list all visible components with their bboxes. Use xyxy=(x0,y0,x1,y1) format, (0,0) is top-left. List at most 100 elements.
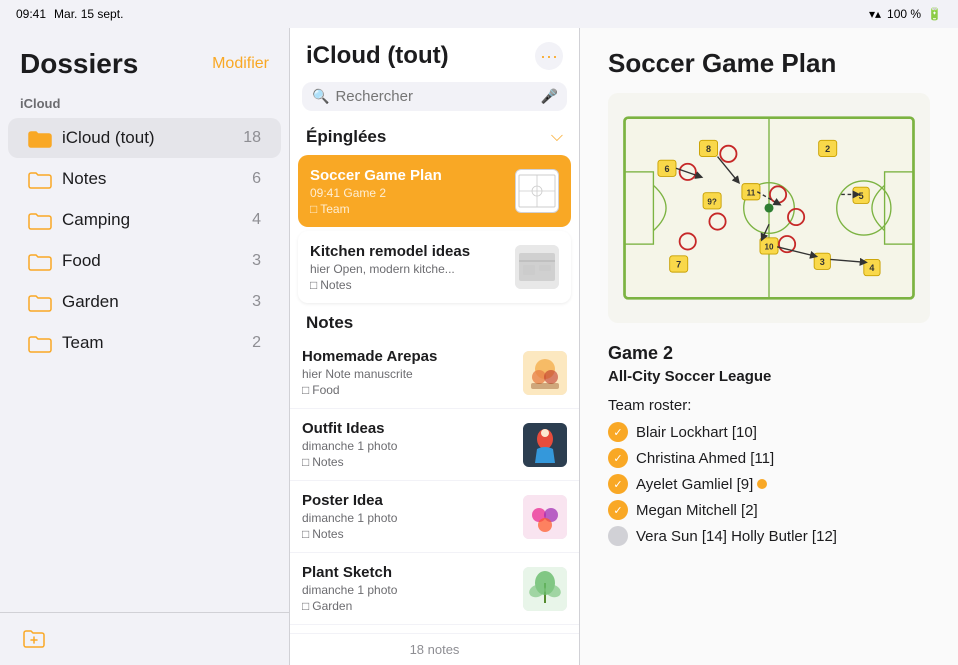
svg-text:10: 10 xyxy=(764,243,774,252)
svg-text:8: 8 xyxy=(706,144,711,154)
icloud-section-label: iCloud xyxy=(0,92,289,117)
folder-item-notes[interactable]: Notes 6 xyxy=(8,159,281,199)
status-bar: 09:41 Mar. 15 sept. ▾▴ 100 % 🔋 xyxy=(0,0,958,28)
player-name: Vera Sun [14] Holly Butler [12] xyxy=(636,528,837,545)
note-folder: □ Team xyxy=(310,202,507,216)
app-container: Dossiers Modifier iCloud iCloud (tout) 1… xyxy=(0,28,958,665)
note-poster[interactable]: Poster Idea dimanche 1 photo □ Notes xyxy=(290,481,579,553)
folder-item-team[interactable]: Team 2 xyxy=(8,323,281,363)
note-meta-poster: dimanche 1 photo xyxy=(302,511,515,525)
note-content-poster: Poster Idea dimanche 1 photo □ Notes xyxy=(302,491,515,542)
yellow-dot xyxy=(757,479,767,489)
mic-icon[interactable]: 🎤 xyxy=(540,88,557,105)
folder-item-food[interactable]: Food 3 xyxy=(8,241,281,281)
date: Mar. 15 sept. xyxy=(54,7,123,21)
folders-panel: Dossiers Modifier iCloud iCloud (tout) 1… xyxy=(0,28,290,665)
folder-name: Food xyxy=(62,251,252,271)
note-title-plant: Plant Sketch xyxy=(302,564,515,581)
chevron-down-icon[interactable]: ⌵ xyxy=(551,128,563,146)
detail-league: All-City Soccer League xyxy=(608,368,930,385)
folder-name: Team xyxy=(62,333,252,353)
svg-text:6: 6 xyxy=(664,164,669,174)
note-content-kitchen: Kitchen remodel ideas hier Open, modern … xyxy=(310,241,507,293)
note-folder-outfit: □ Notes xyxy=(302,455,515,469)
search-input[interactable] xyxy=(335,88,534,105)
folder-count: 3 xyxy=(252,293,261,311)
note-meta-kitchen: hier Open, modern kitche... xyxy=(310,262,507,276)
svg-text:3: 3 xyxy=(820,257,825,267)
folder-name: Notes xyxy=(62,169,252,189)
folder-count: 2 xyxy=(252,334,261,352)
time: 09:41 xyxy=(16,7,46,21)
svg-text:4: 4 xyxy=(869,263,874,273)
note-content: Soccer Game Plan 09:41 Game 2 □ Team xyxy=(310,165,507,217)
note-plant[interactable]: Plant Sketch dimanche 1 photo □ Garden xyxy=(290,553,579,625)
player-name: Blair Lockhart [10] xyxy=(636,424,757,441)
note-title-poster: Poster Idea xyxy=(302,492,515,509)
note-title-kitchen: Kitchen remodel ideas xyxy=(310,243,507,260)
wifi-icon: ▾▴ xyxy=(869,7,881,21)
folder-item-garden[interactable]: Garden 3 xyxy=(8,282,281,322)
folder-icon: □ xyxy=(302,599,309,613)
folder-icon: □ xyxy=(302,527,309,541)
roster-item: ✓ Blair Lockhart [10] xyxy=(608,422,930,442)
folder-icon: □ xyxy=(302,455,309,469)
folder-item-icloud-(tout)[interactable]: iCloud (tout) 18 xyxy=(8,118,281,158)
new-folder-button[interactable] xyxy=(20,625,48,653)
folder-count: 6 xyxy=(252,170,261,188)
folder-icon xyxy=(28,169,52,189)
player-name: Megan Mitchell [2] xyxy=(636,502,758,519)
note-folder-poster: □ Notes xyxy=(302,527,515,541)
note-title: Soccer Game Plan xyxy=(310,167,507,184)
detail-title: Soccer Game Plan xyxy=(608,48,930,79)
notes-count: 18 notes xyxy=(410,642,460,657)
notes-footer: 18 notes xyxy=(290,633,579,665)
modifier-button[interactable]: Modifier xyxy=(212,55,269,73)
pinned-note-soccer[interactable]: Soccer Game Plan 09:41 Game 2 □ Team xyxy=(298,155,571,227)
note-content-plant: Plant Sketch dimanche 1 photo □ Garden xyxy=(302,563,515,614)
folder-icon xyxy=(28,292,52,312)
note-folder-kitchen: □ Notes xyxy=(310,278,507,292)
pinned-note-kitchen[interactable]: Kitchen remodel ideas hier Open, modern … xyxy=(298,231,571,303)
note-thumbnail-arepas xyxy=(523,351,567,395)
player-name: Ayelet Gamliel [9] xyxy=(636,476,767,493)
roster-item: ✓ Megan Mitchell [2] xyxy=(608,500,930,520)
check-icon: ✓ xyxy=(608,448,628,468)
note-arepas[interactable]: Homemade Arepas hier Note manuscrite □ F… xyxy=(290,337,579,409)
battery-icon: 🔋 xyxy=(927,7,942,21)
soccer-field-drawing: 6 8 2 9? 11 5 10 3 4 7 xyxy=(608,93,930,323)
folder-icon xyxy=(28,210,52,230)
search-bar: 🔍 🎤 xyxy=(302,82,567,111)
folder-icon: □ xyxy=(310,278,317,292)
notes-section-title: Notes xyxy=(306,313,353,333)
folder-icon: □ xyxy=(302,383,309,397)
note-meta: 09:41 Game 2 xyxy=(310,186,507,200)
note-outfit[interactable]: Outfit Ideas dimanche 1 photo □ Notes xyxy=(290,409,579,481)
folder-icon xyxy=(28,251,52,271)
folder-count: 18 xyxy=(243,129,261,147)
check-icon: ✓ xyxy=(608,500,628,520)
folder-icon: □ xyxy=(310,202,317,216)
notes-list: Épinglées ⌵ Soccer Game Plan 09:41 Game … xyxy=(290,119,579,633)
search-icon: 🔍 xyxy=(312,88,329,105)
folder-item-camping[interactable]: Camping 4 xyxy=(8,200,281,240)
folder-count: 3 xyxy=(252,252,261,270)
note-detail-panel: Soccer Game Plan xyxy=(580,28,958,665)
more-button[interactable]: ··· xyxy=(535,42,563,70)
note-birthday[interactable]: Jamil's birthday dimanche xyxy=(290,625,579,633)
roster-item: Vera Sun [14] Holly Butler [12] xyxy=(608,526,930,546)
notes-panel-header: iCloud (tout) ··· xyxy=(290,28,579,78)
folder-list: iCloud (tout) 18 Notes 6 Camping 4 xyxy=(0,117,289,364)
note-meta-arepas: hier Note manuscrite xyxy=(302,367,515,381)
folder-name: iCloud (tout) xyxy=(62,128,243,148)
folder-count: 4 xyxy=(252,211,261,229)
folders-title: Dossiers xyxy=(20,48,138,80)
svg-text:9?: 9? xyxy=(707,197,717,206)
note-thumbnail-outfit xyxy=(523,423,567,467)
player-name: Christina Ahmed [11] xyxy=(636,450,774,467)
folder-icon xyxy=(28,333,52,353)
folder-name: Camping xyxy=(62,210,252,230)
note-title-outfit: Outfit Ideas xyxy=(302,420,515,437)
pinned-section-header: Épinglées ⌵ xyxy=(290,119,579,151)
folder-icon xyxy=(28,128,52,148)
